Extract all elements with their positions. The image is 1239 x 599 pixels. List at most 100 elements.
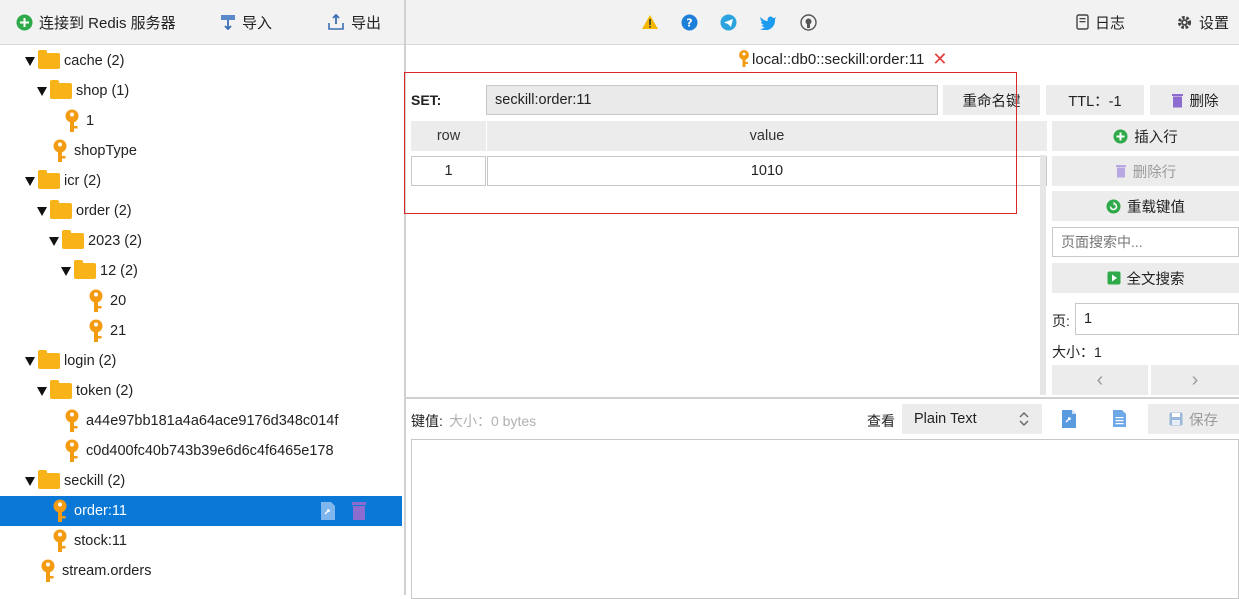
expand-arrow-icon[interactable] <box>24 355 36 367</box>
tree-folder-item[interactable]: token (2) <box>0 376 402 406</box>
save-button[interactable]: 保存 <box>1148 404 1239 434</box>
play-icon <box>1107 271 1120 285</box>
tree-item-label: 12 (2) <box>100 263 138 279</box>
tree-folder-item[interactable]: login (2) <box>0 346 402 376</box>
key-name-field[interactable]: seckill:order:11 <box>486 85 938 115</box>
view-mode-select[interactable]: Plain Text <box>902 404 1042 434</box>
export-label: 导出 <box>351 14 382 32</box>
twitter-icon[interactable] <box>758 12 778 32</box>
column-header-value[interactable]: value <box>487 121 1047 151</box>
key-icon <box>52 529 74 553</box>
settings-label: 设置 <box>1199 14 1230 32</box>
right-toolbar: ? 日志 设置 <box>406 0 1239 45</box>
tree-folder-item[interactable]: order (2) <box>0 196 402 226</box>
tree-key-item[interactable]: stock:11 <box>0 526 402 556</box>
splitter[interactable] <box>406 397 1239 399</box>
table-cell-value[interactable]: 1010 <box>487 156 1047 186</box>
tree-key-item[interactable]: a44e97bb181a4a64ace9176d348c014f <box>0 406 402 436</box>
panel-divider[interactable] <box>404 0 406 595</box>
tree-item-label: 2023 (2) <box>88 233 143 249</box>
expand-arrow-icon[interactable] <box>36 85 48 97</box>
warning-icon[interactable] <box>640 12 660 32</box>
tree-folder-item[interactable]: 12 (2) <box>0 256 402 286</box>
tree-key-item[interactable]: 20 <box>0 286 402 316</box>
chevron-updown-icon <box>1019 412 1029 426</box>
tree-key-item[interactable]: 21 <box>0 316 402 346</box>
folder-icon <box>38 50 60 69</box>
delete-key-button[interactable]: 删除 <box>1150 85 1239 115</box>
tree-key-item[interactable]: stream.orders <box>0 556 402 586</box>
tree-item-label: order:11 <box>74 503 127 519</box>
tree-folder-item[interactable]: icr (2) <box>0 166 402 196</box>
tree-folder-item[interactable]: cache (2) <box>0 46 402 76</box>
log-label: 日志 <box>1095 14 1126 32</box>
key-tree: cache (2) shop (1) 1 shopType icr (2) order (… <box>0 45 404 595</box>
svg-text:?: ? <box>686 16 692 29</box>
plus-circle-icon <box>16 14 33 30</box>
key-icon <box>40 559 62 583</box>
table-scrollbar[interactable] <box>1040 155 1046 395</box>
tree-item-label: 1 <box>86 113 95 129</box>
full-text-search-label: 全文搜索 <box>1126 271 1185 288</box>
github-icon[interactable] <box>798 12 818 32</box>
prev-page-button[interactable]: ‹ <box>1052 365 1148 395</box>
document-icon[interactable] <box>1112 409 1127 431</box>
delete-row-button[interactable]: 删除行 <box>1052 156 1239 186</box>
close-tab-icon[interactable]: ✕ <box>932 50 947 68</box>
next-page-button[interactable]: › <box>1151 365 1239 395</box>
tree-item-label: login (2) <box>64 353 117 369</box>
table-cell-row[interactable]: 1 <box>411 156 486 186</box>
settings-button[interactable]: 设置 <box>1176 0 1229 44</box>
expand-arrow-icon[interactable] <box>24 175 36 187</box>
ttl-button[interactable]: TTL：-1 <box>1046 85 1144 115</box>
expand-arrow-icon[interactable] <box>36 205 48 217</box>
tree-key-item[interactable]: shopType <box>0 136 402 166</box>
tree-item-label: stream.orders <box>62 563 152 579</box>
value-textarea[interactable] <box>411 439 1239 599</box>
tree-key-item[interactable]: order:11 <box>0 496 402 526</box>
view-label: 查看 <box>867 413 895 429</box>
expand-arrow-icon[interactable] <box>36 385 48 397</box>
delete-key-icon[interactable] <box>351 501 367 525</box>
tree-item-label: cache (2) <box>64 53 125 69</box>
help-icon[interactable]: ? <box>679 12 699 32</box>
tree-item-label: stock:11 <box>74 533 127 549</box>
copy-key-icon[interactable] <box>320 501 336 525</box>
expand-arrow-icon[interactable] <box>24 55 36 67</box>
tree-item-label: shopType <box>74 143 137 159</box>
export-icon <box>328 14 344 30</box>
full-text-search-button[interactable]: 全文搜索 <box>1052 263 1239 293</box>
tree-item-label: shop (1) <box>76 83 130 99</box>
export-button[interactable]: 导出 <box>327 0 381 44</box>
import-button[interactable]: 导入 <box>220 0 272 44</box>
tree-item-label: 21 <box>110 323 127 339</box>
connect-button[interactable]: 连接到 Redis 服务器 <box>16 0 176 44</box>
tree-item-label: seckill (2) <box>64 473 126 489</box>
tree-folder-item[interactable]: 2023 (2) <box>0 226 402 256</box>
tree-folder-item[interactable]: seckill (2) <box>0 466 402 496</box>
page-input[interactable]: 1 <box>1075 303 1239 335</box>
expand-arrow-icon[interactable] <box>48 235 60 247</box>
expand-arrow-icon[interactable] <box>24 475 36 487</box>
log-button[interactable]: 日志 <box>1076 0 1125 44</box>
tree-folder-item[interactable]: shop (1) <box>0 76 402 106</box>
column-header-row[interactable]: row <box>411 121 486 151</box>
delete-key-label: 删除 <box>1189 93 1219 110</box>
key-icon <box>52 139 74 163</box>
page-search-input[interactable] <box>1052 227 1239 257</box>
reload-button[interactable]: 重载键值 <box>1052 191 1239 221</box>
insert-row-button[interactable]: 插入行 <box>1052 121 1239 151</box>
reload-label: 重载键值 <box>1127 199 1185 216</box>
import-label: 导入 <box>242 14 273 32</box>
tree-item-label: c0d400fc40b743b39e6d6c4f6465e178 <box>86 443 334 459</box>
key-tab[interactable]: local::db0::seckill:order:11 ✕ <box>738 48 947 70</box>
left-toolbar: 连接到 Redis 服务器 导入 导出 <box>0 0 405 45</box>
expand-arrow-icon[interactable] <box>60 265 72 277</box>
rename-button[interactable]: 重命名键 <box>943 85 1040 115</box>
copy-value-icon[interactable] <box>1061 409 1077 432</box>
gear-icon <box>1177 15 1192 29</box>
tree-key-item[interactable]: c0d400fc40b743b39e6d6c4f6465e178 <box>0 436 402 466</box>
size-label: 大小：1 <box>1052 344 1102 360</box>
telegram-icon[interactable] <box>718 12 738 32</box>
tree-key-item[interactable]: 1 <box>0 106 402 136</box>
